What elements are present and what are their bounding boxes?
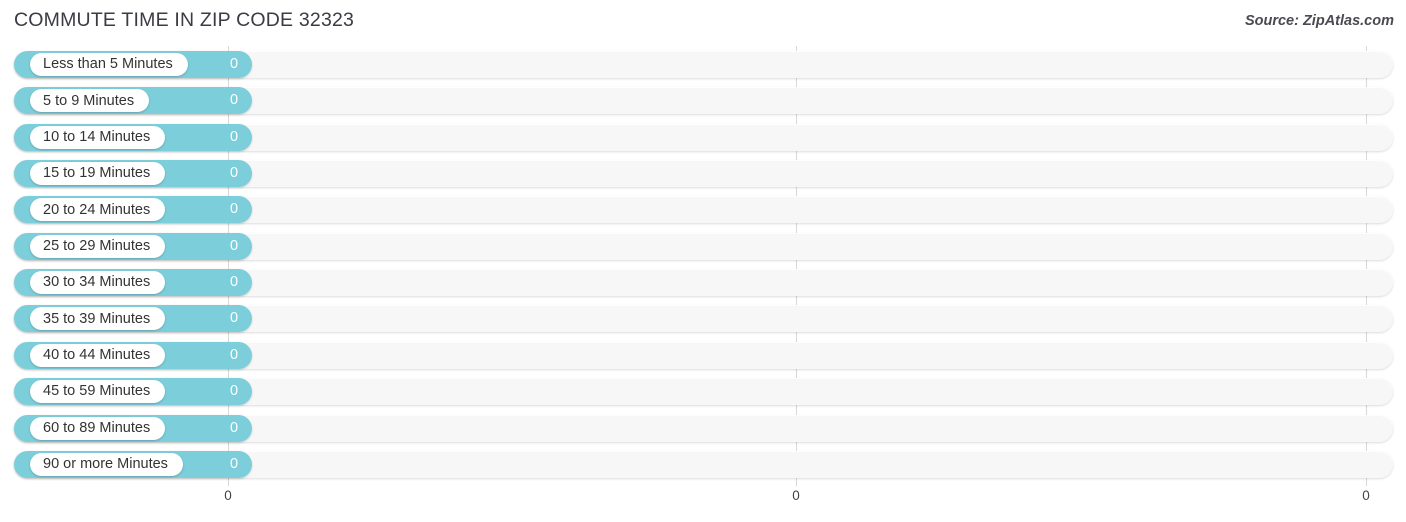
category-label-pill: Less than 5 Minutes — [30, 53, 188, 76]
category-label-pill: 25 to 29 Minutes — [30, 234, 166, 258]
bar-value-label: 0 — [230, 201, 239, 218]
bar-value-label: 0 — [230, 346, 239, 363]
bar-value-label: 0 — [230, 419, 239, 436]
bar-value-label: 0 — [230, 165, 239, 182]
category-label-pill: 10 to 14 Minutes — [30, 125, 166, 149]
bar-row[interactable]: 15 to 19 Minutes 0 — [0, 157, 1406, 190]
bar-value-label: 0 — [230, 383, 239, 400]
bar-value-label: 0 — [230, 56, 239, 72]
bar-row[interactable]: 90 or more Minutes 0 — [0, 448, 1406, 481]
bar-row[interactable]: 5 to 9 Minutes 0 — [0, 84, 1406, 117]
category-label: 60 to 89 Minutes — [43, 419, 151, 436]
category-label: 90 or more Minutes — [43, 456, 168, 473]
category-label-pill: 60 to 89 Minutes — [30, 416, 166, 440]
x-axis-tick-label: 0 — [792, 488, 800, 503]
chart-plot-area: Less than 5 Minutes 0 5 to 9 Minutes 0 10 to… — [0, 46, 1406, 486]
category-label: 15 to 19 Minutes — [43, 165, 151, 182]
bar-value-label: 0 — [230, 92, 239, 109]
category-label: Less than 5 Minutes — [43, 56, 173, 73]
category-label: 40 to 44 Minutes — [43, 347, 151, 364]
category-label: 25 to 29 Minutes — [43, 238, 151, 254]
bar-row[interactable]: 45 to 59 Minutes 0 — [0, 375, 1406, 408]
category-label-pill: 40 to 44 Minutes — [30, 343, 166, 367]
category-label: 45 to 59 Minutes — [43, 383, 151, 400]
category-label-pill: 5 to 9 Minutes — [30, 89, 150, 113]
chart-header: COMMUTE TIME IN ZIP CODE 32323 Source: Z… — [0, 0, 1406, 44]
x-axis-tick-label: 0 — [1362, 488, 1370, 503]
bar-value-label: 0 — [230, 274, 239, 291]
page-title: COMMUTE TIME IN ZIP CODE 32323 — [14, 9, 355, 31]
category-label-pill: 20 to 24 Minutes — [30, 198, 166, 222]
bar-value-label: 0 — [230, 310, 239, 327]
bar-row[interactable]: Less than 5 Minutes 0 — [0, 48, 1406, 81]
bar-row[interactable]: 10 to 14 Minutes 0 — [0, 121, 1406, 154]
category-label-pill: 15 to 19 Minutes — [30, 162, 166, 186]
bar-row[interactable]: 60 to 89 Minutes 0 — [0, 412, 1406, 445]
category-label: 35 to 39 Minutes — [43, 310, 151, 327]
bar-row[interactable]: 25 to 29 Minutes 0 — [0, 230, 1406, 263]
category-label-pill: 45 to 59 Minutes — [30, 380, 166, 404]
category-label: 30 to 34 Minutes — [43, 274, 151, 291]
category-label-pill: 30 to 34 Minutes — [30, 271, 166, 295]
bar-value-label: 0 — [230, 237, 239, 254]
category-label: 10 to 14 Minutes — [43, 128, 151, 145]
category-label-pill: 90 or more Minutes — [30, 452, 183, 476]
x-axis-tick-label: 0 — [224, 488, 232, 503]
bar-row[interactable]: 40 to 44 Minutes 0 — [0, 339, 1406, 372]
source-attribution: Source: ZipAtlas.com — [1244, 13, 1394, 29]
bar-value-label: 0 — [230, 455, 239, 472]
category-label: 5 to 9 Minutes — [43, 92, 135, 109]
category-label-pill: 35 to 39 Minutes — [30, 307, 166, 331]
bar-row[interactable]: 20 to 24 Minutes 0 — [0, 193, 1406, 226]
bar-value-label: 0 — [230, 128, 239, 145]
bar-row[interactable]: 35 to 39 Minutes 0 — [0, 302, 1406, 335]
bar-row[interactable]: 30 to 34 Minutes 0 — [0, 266, 1406, 299]
category-label: 20 to 24 Minutes — [43, 201, 151, 218]
x-axis: 0 0 0 — [0, 486, 1406, 522]
